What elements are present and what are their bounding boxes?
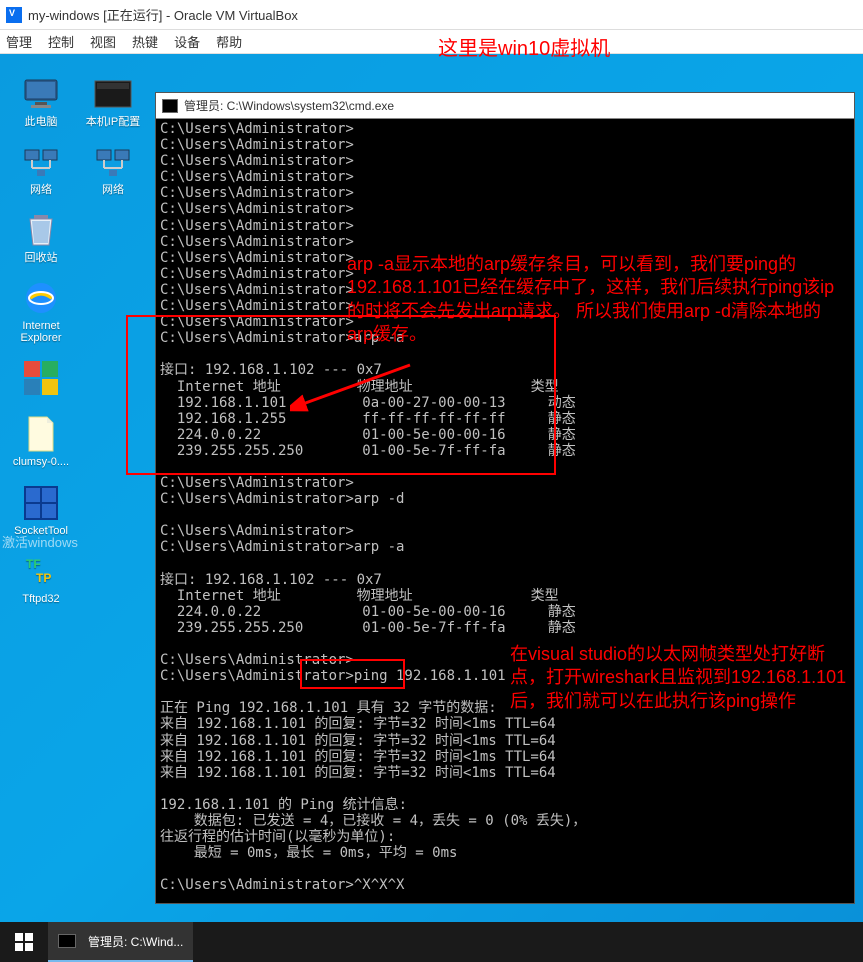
cmd-output[interactable]: C:\Users\Administrator> C:\Users\Adminis…: [156, 119, 854, 896]
cmd-icon: [58, 934, 76, 948]
menu-device[interactable]: 设备: [174, 32, 200, 51]
icon-label: 回收站: [25, 252, 58, 264]
annotation-text-2: 在visual studio的以太网帧类型处打好断点，打开wireshark且监…: [510, 643, 850, 713]
desktop-icons-col1: 此电脑 网络 回收站 Internet Explorer: [0, 74, 72, 605]
cmd-window[interactable]: 管理员: C:\Windows\system32\cmd.exe C:\User…: [155, 92, 855, 904]
recycle-bin-icon: [21, 210, 61, 250]
svg-text:TF: TF: [26, 557, 41, 571]
annotation-top: 这里是win10虚拟机: [438, 32, 610, 61]
desktop-icon-clumsy[interactable]: clumsy-0....: [10, 414, 72, 468]
menu-control[interactable]: 控制: [48, 32, 74, 51]
pc-icon: [21, 74, 61, 114]
vbox-menubar: 管理 控制 视图 热键 设备 帮助: [0, 30, 863, 54]
desktop-icon-tiles[interactable]: [10, 358, 72, 400]
icon-label: 本机IP配置: [86, 116, 140, 128]
bat-icon: [93, 74, 133, 114]
menu-manage[interactable]: 管理: [6, 32, 32, 51]
network-icon: [93, 142, 133, 182]
taskbar[interactable]: 管理员: C:\Wind...: [0, 922, 863, 962]
desktop-icon-tftpd[interactable]: TFTP Tftpd32: [10, 551, 72, 605]
network-icon: [21, 142, 61, 182]
task-item-label: 管理员: C:\Wind...: [88, 933, 183, 950]
windows-logo-icon: [15, 933, 33, 951]
icon-label: clumsy-0....: [13, 456, 69, 468]
desktop-icon-network[interactable]: 网络: [10, 142, 72, 196]
wintile-icon: [21, 483, 61, 523]
desktop-icon-sockettool[interactable]: SocketTool: [10, 483, 72, 537]
tiles-icon: [21, 358, 61, 398]
file-icon: [21, 414, 61, 454]
tftp-icon: TFTP: [21, 551, 61, 591]
desktop-icon-this-pc[interactable]: 此电脑: [10, 74, 72, 128]
desktop-icon-recycle-bin[interactable]: 回收站: [10, 210, 72, 264]
svg-text:TP: TP: [36, 571, 51, 585]
vbox-titlebar: my-windows [正在运行] - Oracle VM VirtualBox: [0, 0, 863, 30]
cmd-title-text: 管理员: C:\Windows\system32\cmd.exe: [184, 97, 394, 114]
annotation-text-1: arp -a显示本地的arp缓存条目，可以看到，我们要ping的192.168.…: [347, 253, 847, 347]
menu-hotkey[interactable]: 热键: [132, 32, 158, 51]
desktop-icon-network2[interactable]: 网络: [82, 142, 144, 196]
icon-label: 网络: [30, 184, 52, 196]
menu-view[interactable]: 视图: [90, 32, 116, 51]
desktop-icons-col2: 本机IP配置 网络: [72, 74, 144, 196]
start-button[interactable]: [0, 922, 48, 962]
guest-desktop[interactable]: 此电脑 网络 回收站 Internet Explorer: [0, 54, 863, 962]
activate-windows-text: 激活windows: [2, 532, 78, 551]
vbox-icon: [6, 7, 22, 23]
cmd-icon: [162, 99, 178, 113]
icon-label: Tftpd32: [22, 593, 59, 605]
desktop-icon-ie[interactable]: Internet Explorer: [10, 278, 72, 344]
icon-label: 此电脑: [25, 116, 58, 128]
taskbar-item-cmd[interactable]: 管理员: C:\Wind...: [48, 922, 193, 962]
icon-label: Internet Explorer: [10, 320, 72, 344]
cmd-titlebar[interactable]: 管理员: C:\Windows\system32\cmd.exe: [156, 93, 854, 119]
ie-icon: [21, 278, 61, 318]
menu-help[interactable]: 帮助: [216, 32, 242, 51]
vbox-title: my-windows [正在运行] - Oracle VM VirtualBox: [28, 5, 298, 24]
icon-label: 网络: [102, 184, 124, 196]
desktop-icon-ipconfig[interactable]: 本机IP配置: [82, 74, 144, 128]
